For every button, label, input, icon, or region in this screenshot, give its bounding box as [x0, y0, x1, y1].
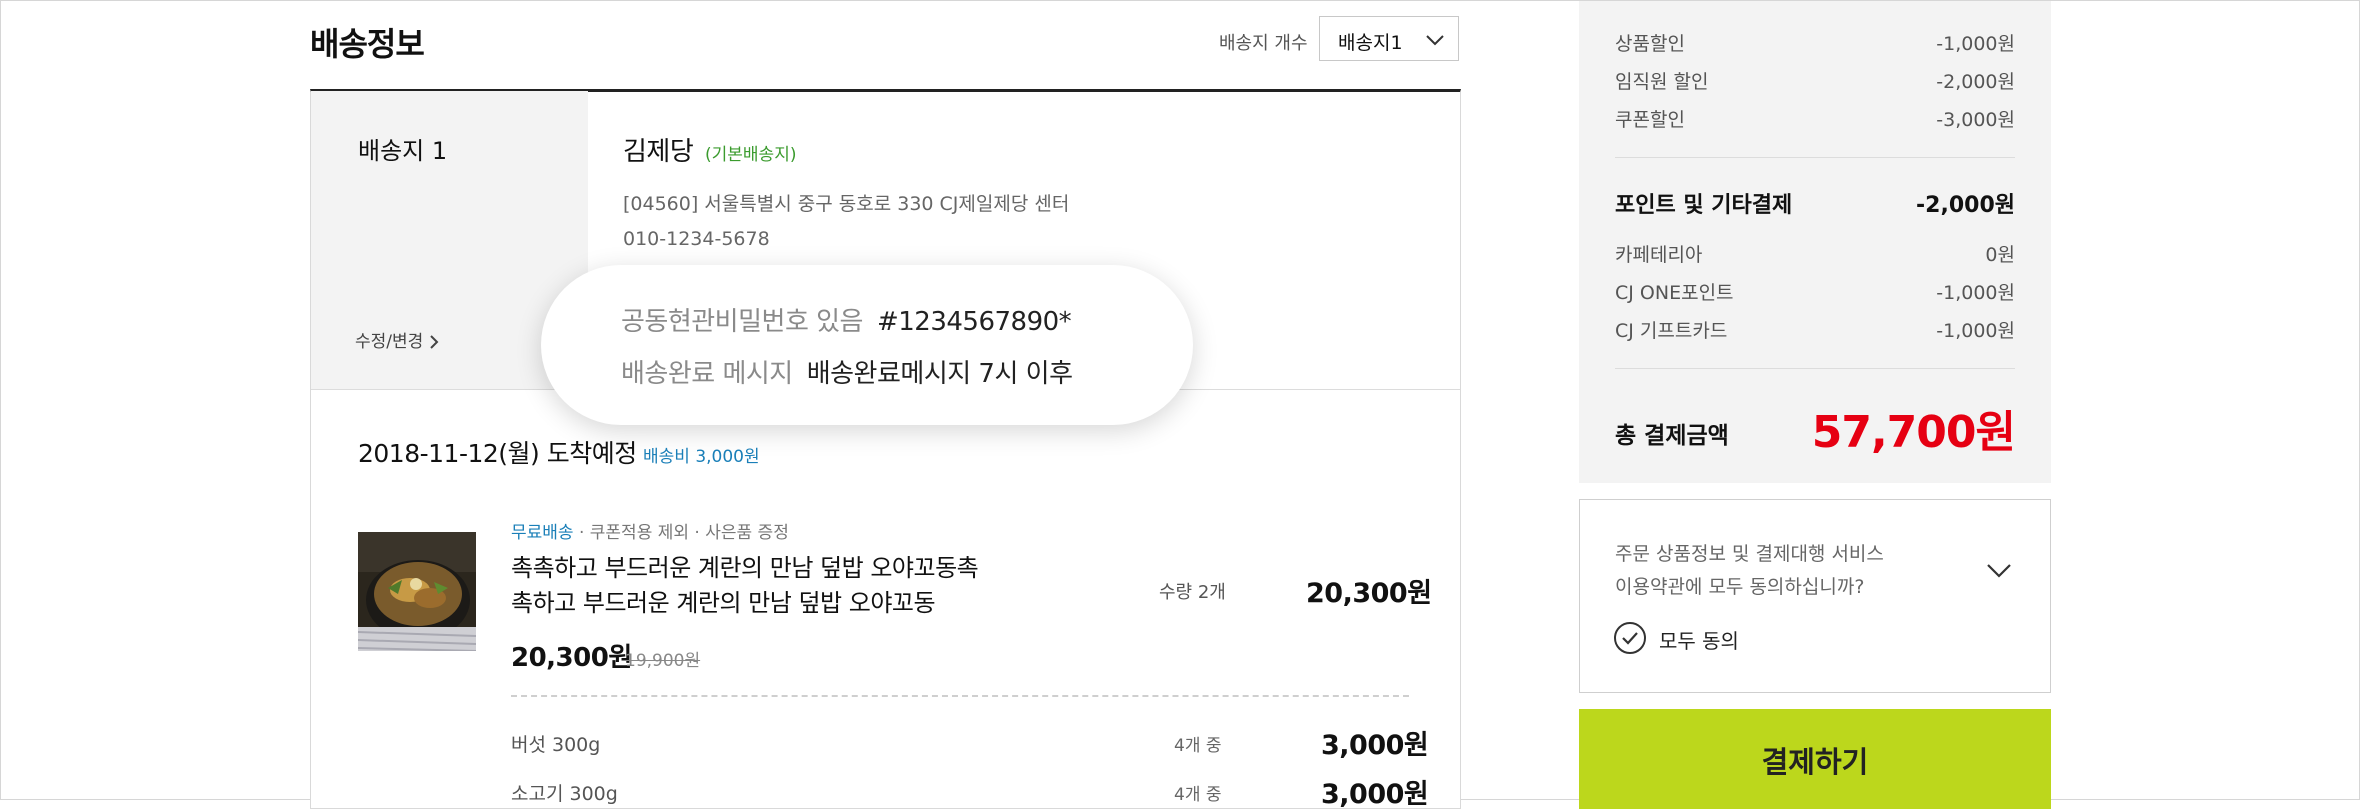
chevron-down-icon[interactable] — [1985, 556, 2013, 584]
delivery-request-callout: 공동현관비밀번호 있음 #1234567890* 배송완료 메시지 배송완료메시지 … — [541, 265, 1193, 425]
discount-label: 상품할인 — [1615, 33, 1685, 55]
shipping-fee: 배송비 3,000원 — [643, 447, 760, 467]
free-shipping-tag: 무료배송 — [511, 523, 574, 543]
product-tag-rest: · 쿠폰적용 제외 · 사은품 증정 — [573, 523, 789, 543]
check-circle-icon[interactable] — [1613, 621, 1647, 655]
point-label: 카페테리아 — [1615, 244, 1703, 266]
option-name: 소고기 300g — [511, 783, 618, 805]
sale-price: 20,300원 — [511, 643, 632, 673]
edit-address-label: 수정/변경 — [355, 332, 424, 352]
address-count-select[interactable]: 배송지1 — [1319, 16, 1459, 61]
point-row: 카페테리아 0원 — [1615, 240, 2015, 267]
product-quantity: 수량 2개 — [1159, 582, 1226, 603]
option-price: 3,000원 — [1321, 779, 1429, 810]
point-label: CJ ONE포인트 — [1615, 282, 1734, 304]
discount-amount: -3,000원 — [1936, 109, 2015, 131]
point-label: CJ 기프트카드 — [1615, 320, 1728, 342]
discount-amount: -2,000원 — [1936, 71, 2015, 93]
option-price: 3,000원 — [1321, 730, 1429, 761]
address-label: 배송지 1 — [358, 137, 448, 165]
edit-address-link[interactable]: 수정/변경 — [355, 327, 441, 352]
product-tags: 무료배송 · 쿠폰적용 제외 · 사은품 증정 — [511, 518, 789, 543]
divider — [1615, 157, 2015, 158]
product-name-line2: 촉하고 부드러운 계란의 만남 덮밥 오야꼬동 — [511, 589, 936, 617]
point-row: CJ ONE포인트 -1,000원 — [1615, 278, 2015, 305]
divider — [1615, 368, 2015, 369]
chevron-down-icon — [1426, 35, 1444, 46]
dashed-divider — [511, 695, 1409, 697]
arrival-date: 2018-11-12(월) 도착예정 — [358, 439, 637, 468]
message-row: 배송완료 메시지 배송완료메시지 7시 이후 — [621, 353, 1073, 390]
point-row: CJ 기프트카드 -1,000원 — [1615, 316, 2015, 343]
product-name[interactable]: 촉촉하고 부드러운 계란의 만남 덮밥 오야꼬동촉 촉하고 부드러운 계란의 만… — [511, 551, 1031, 621]
recipient-name: 김제당 — [623, 137, 694, 167]
section-title: 배송정보 — [310, 25, 425, 63]
point-amount: -1,000원 — [1936, 320, 2015, 342]
discount-row: 상품할인 -1,000원 — [1615, 29, 2015, 56]
address-count-value: 배송지1 — [1338, 32, 1403, 54]
message-value: 배송완료메시지 7시 이후 — [806, 359, 1073, 389]
pay-button-label: 결제하기 — [1761, 747, 1869, 779]
terms-text-line1: 주문 상품정보 및 결제대행 서비스 — [1615, 543, 1884, 565]
option-quantity: 4개 중 — [1174, 736, 1222, 756]
address-count-label: 배송지 개수 — [1219, 33, 1308, 54]
point-amount: 0원 — [1985, 244, 2015, 266]
discount-row: 쿠폰할인 -3,000원 — [1615, 105, 2015, 132]
default-address-tag: (기본배송지) — [705, 145, 797, 165]
points-header-row: 포인트 및 기타결제 -2,000원 — [1615, 187, 2015, 219]
entrance-value: #1234567890* — [876, 307, 1072, 337]
product-line-total: 20,300원 — [1306, 578, 1432, 609]
agree-all-label[interactable]: 모두 동의 — [1659, 625, 1739, 654]
option-quantity: 4개 중 — [1174, 785, 1222, 805]
points-header-amount: -2,000원 — [1916, 193, 2015, 218]
chevron-right-icon — [430, 335, 439, 349]
discount-label: 임직원 할인 — [1615, 71, 1709, 93]
option-name: 버섯 300g — [511, 734, 601, 756]
phone-number: 010-1234-5678 — [623, 228, 770, 250]
total-amount: 57,700원 — [1811, 407, 2016, 458]
entrance-key: 공동현관비밀번호 있음 — [621, 307, 863, 337]
product-image[interactable] — [358, 532, 476, 651]
point-amount: -1,000원 — [1936, 282, 2015, 304]
points-header-label: 포인트 및 기타결제 — [1615, 193, 1793, 218]
food-bowl-icon — [358, 532, 476, 651]
original-price: 19,900원 — [625, 651, 701, 671]
message-key: 배송완료 메시지 — [621, 359, 793, 389]
discount-label: 쿠폰할인 — [1615, 109, 1685, 131]
discount-amount: -1,000원 — [1936, 33, 2015, 55]
discount-row: 임직원 할인 -2,000원 — [1615, 67, 2015, 94]
terms-text-line2: 이용약관에 모두 동의하십니까? — [1615, 576, 1865, 598]
total-label: 총 결제금액 — [1615, 423, 1729, 449]
pay-button[interactable]: 결제하기 — [1579, 709, 2051, 809]
address-text: [04560] 서울특별시 중구 동호로 330 CJ제일제당 센터 — [623, 193, 1070, 215]
product-name-line1: 촉촉하고 부드러운 계란의 만남 덮밥 오야꼬동촉 — [511, 554, 979, 582]
entrance-row: 공동현관비밀번호 있음 #1234567890* — [621, 301, 1072, 338]
terms-text: 주문 상품정보 및 결제대행 서비스 이용약관에 모두 동의하십니까? — [1615, 538, 1935, 604]
